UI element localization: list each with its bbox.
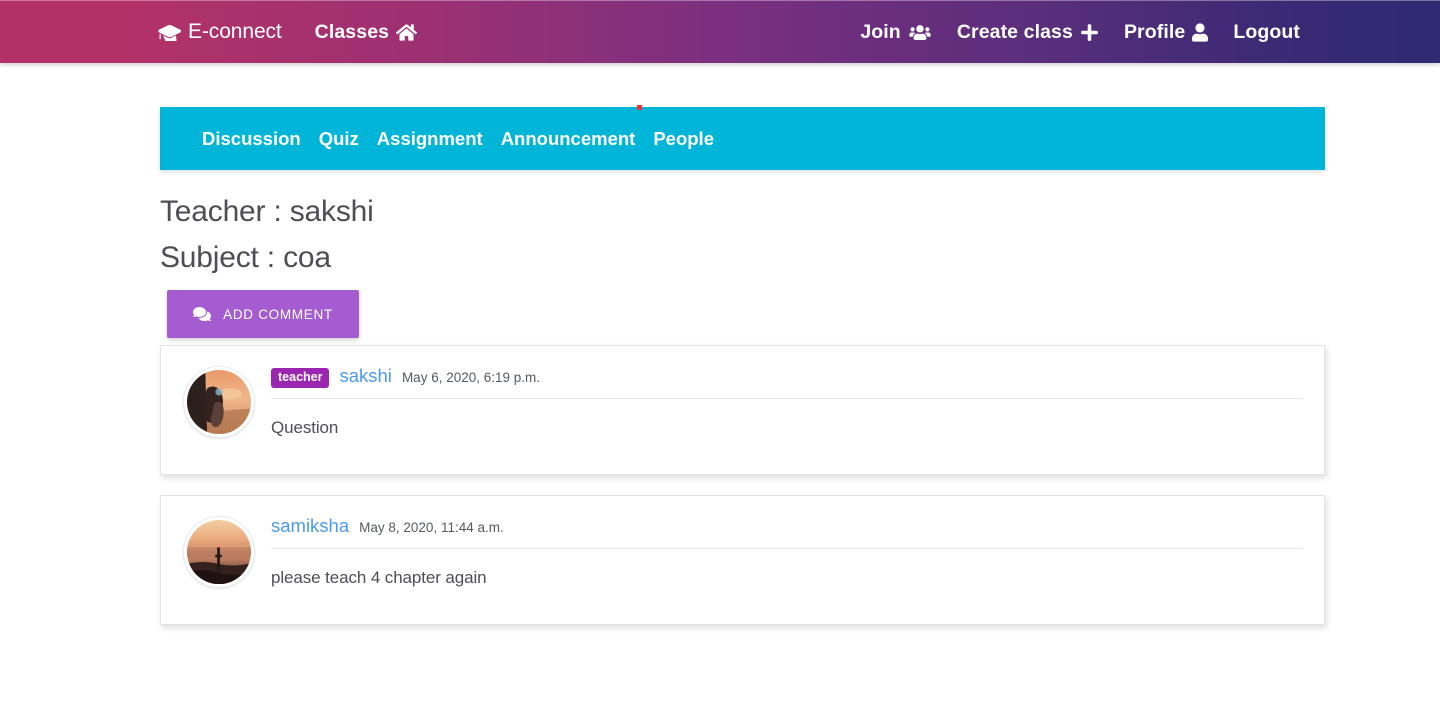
- users-icon: [908, 24, 932, 41]
- comment-meta: samiksha May 8, 2020, 11:44 a.m.: [271, 515, 504, 537]
- comment-card-inner: teacher sakshi May 6, 2020, 6:19 p.m. Qu…: [161, 346, 1324, 474]
- brand-label: E-connect: [188, 20, 282, 43]
- comment-card: samiksha May 8, 2020, 11:44 a.m. please …: [160, 495, 1325, 625]
- comment-author-link[interactable]: samiksha: [271, 515, 349, 537]
- avatar-image-sunset-person: [187, 370, 251, 434]
- comment-author-link[interactable]: sakshi: [339, 365, 391, 387]
- comment-body: Question: [271, 418, 339, 437]
- nav-link-logout[interactable]: Logout: [1233, 21, 1300, 44]
- cursor-marker: [637, 105, 642, 110]
- comment-card-inner: samiksha May 8, 2020, 11:44 a.m. please …: [161, 496, 1324, 624]
- nav-join-label: Join: [860, 20, 901, 43]
- avatar: [184, 517, 254, 587]
- avatar: [184, 367, 254, 437]
- nav-link-classes[interactable]: Classes: [314, 20, 418, 44]
- nav-link-create-class[interactable]: Create class: [957, 21, 1099, 44]
- top-navbar: E-connect Classes Join Create class Prof…: [0, 0, 1440, 63]
- teacher-heading: Teacher : sakshi: [160, 195, 374, 228]
- comment-body: please teach 4 chapter again: [271, 568, 487, 587]
- navbar-right-group: Join Create class Profile Logout: [860, 21, 1300, 44]
- status-badge: teacher: [271, 368, 330, 388]
- home-icon: [396, 23, 418, 42]
- tab-people[interactable]: People: [653, 128, 714, 150]
- plus-icon: [1080, 23, 1099, 42]
- nav-link-profile[interactable]: Profile: [1123, 20, 1209, 44]
- comment-divider: [271, 398, 1303, 399]
- brand-logo-link[interactable]: E-connect: [158, 20, 282, 44]
- nav-link-join[interactable]: Join: [860, 21, 932, 44]
- nav-profile-label: Profile: [1123, 20, 1186, 43]
- comment-timestamp: May 8, 2020, 11:44 a.m.: [359, 520, 504, 535]
- tab-announcement[interactable]: Announcement: [501, 128, 636, 150]
- tab-discussion[interactable]: Discussion: [202, 128, 301, 150]
- class-tabbar: Discussion Quiz Assignment Announcement …: [160, 107, 1325, 170]
- nav-create-class-label: Create class: [956, 20, 1073, 43]
- comments-icon: [193, 306, 212, 322]
- page-content: Discussion Quiz Assignment Announcement …: [0, 63, 1440, 722]
- add-comment-label: ADD COMMENT: [223, 306, 333, 322]
- subject-heading: Subject : coa: [160, 241, 331, 274]
- nav-classes-label: Classes: [314, 20, 390, 43]
- add-comment-button[interactable]: ADD COMMENT: [167, 290, 359, 338]
- user-icon: [1192, 22, 1209, 42]
- avatar-image-sunset-skyline: [187, 520, 251, 584]
- comment-timestamp: May 6, 2020, 6:19 p.m.: [401, 370, 541, 385]
- navbar-left-group: E-connect Classes: [158, 20, 418, 44]
- comment-divider: [271, 548, 1303, 549]
- comment-card: teacher sakshi May 6, 2020, 6:19 p.m. Qu…: [160, 345, 1325, 475]
- graduation-cap-icon: [158, 23, 181, 41]
- tab-assignment[interactable]: Assignment: [377, 128, 483, 150]
- tab-quiz[interactable]: Quiz: [319, 128, 359, 150]
- comment-meta: teacher sakshi May 6, 2020, 6:19 p.m.: [271, 365, 540, 389]
- nav-logout-label: Logout: [1233, 20, 1300, 43]
